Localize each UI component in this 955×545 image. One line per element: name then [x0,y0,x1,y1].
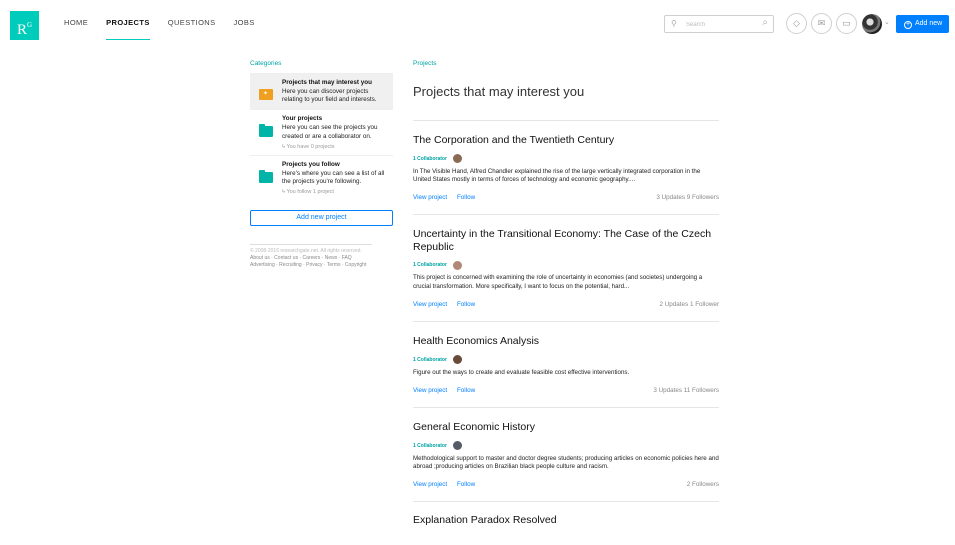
category-desc: Here's where you can see a list of all t… [282,169,385,186]
search-box: ⚲ ⌕ [664,15,774,33]
add-new-button[interactable]: + Add new [896,15,949,33]
add-new-label: Add new [915,20,943,27]
collaborator-avatar[interactable] [452,260,462,270]
project-card: General Economic History 1 Collaborator … [413,408,719,503]
user-filter-icon[interactable]: ⚲ [671,19,677,28]
categories-heading: Categories [250,60,282,67]
category-meta: ϟ You follow 1 project [282,189,389,195]
nav-home[interactable]: HOME [64,0,88,40]
plus-icon: + [904,21,912,29]
project-title[interactable]: Explanation Paradox Resolved [413,514,719,526]
category-desc: Here you can see the projects you create… [282,124,378,140]
folder-icon [259,124,273,138]
collaborator-count[interactable]: 1 Collaborator [413,262,447,268]
follow-link[interactable]: Follow [457,387,475,394]
category-following[interactable]: Projects you follow Here's where you can… [250,154,393,200]
project-actions: View project Follow 3 Updates 11 Followe… [413,387,719,395]
view-project-link[interactable]: View project [413,301,447,308]
footer-links: About us · Contact us · Careers · News ·… [250,255,393,268]
project-title[interactable]: General Economic History [413,421,719,434]
collaborator-count[interactable]: 1 Collaborator [413,443,447,449]
collaborator-row: 1 Collaborator [413,154,719,164]
project-description: Figure out the ways to create and evalua… [413,368,630,376]
view-project-link[interactable]: View project [413,481,447,488]
notifications-icon[interactable]: ◇ [786,13,807,34]
follow-link[interactable]: Follow [457,481,475,488]
project-title[interactable]: The Corporation and the Twentieth Centur… [413,134,719,147]
project-card: The Corporation and the Twentieth Centur… [413,121,719,216]
collaborator-row: 1 Collaborator [413,260,719,270]
category-meta: ϟ You have 0 projects [282,144,389,150]
project-description: In The Visible Hand, Alfred Chandler exp… [413,167,701,183]
discover-folder-icon [259,89,273,100]
search-icon[interactable]: ⌕ [762,17,768,28]
nav-questions[interactable]: QUESTIONS [168,0,216,40]
collaborator-avatar[interactable] [452,441,462,451]
logo-sup: G [26,21,33,29]
chevron-down-icon[interactable]: ⌄ [884,18,890,26]
project-stats: 3 Updates 11 Followers [653,387,719,395]
folder-icon [259,169,273,183]
project-actions: View project Follow 2 Followers [413,481,719,489]
sidebar: Categories Projects that may interest yo… [250,60,393,268]
main-nav: HOME PROJECTS QUESTIONS JOBS [64,0,273,48]
top-header: RG HOME PROJECTS QUESTIONS JOBS ⚲ ⌕ ◇ ✉ … [0,0,955,48]
collaborator-avatar[interactable] [452,355,462,365]
project-description: This project is concerned with examining… [413,274,703,290]
logo-letter: R [16,22,27,38]
view-project-link[interactable]: View project [413,387,447,394]
collaborator-count[interactable]: 1 Collaborator [413,156,447,162]
category-interest[interactable]: Projects that may interest you Here you … [250,73,393,110]
project-title[interactable]: Health Economics Analysis [413,335,719,348]
project-title[interactable]: Uncertainty in the Transitional Economy:… [413,228,719,253]
researchgate-logo[interactable]: RG [10,11,39,40]
category-your-projects[interactable]: Your projects Here you can see the proje… [250,109,393,154]
footer-divider [250,244,372,246]
project-card: Uncertainty in the Transitional Economy:… [413,215,719,323]
collaborator-row: 1 Collaborator [413,441,719,451]
collaborator-avatar[interactable] [452,154,462,163]
project-stats: 2 Followers [686,481,719,489]
breadcrumb[interactable]: Projects [413,60,719,67]
category-title: Projects you follow [282,160,340,168]
user-avatar[interactable] [862,14,882,34]
collaborator-row: 1 Collaborator [413,355,719,365]
category-title: Projects that may interest you [282,79,372,86]
view-project-link[interactable]: View project [413,194,447,201]
nav-jobs[interactable]: JOBS [234,0,255,40]
add-project-button[interactable]: Add new project [250,210,393,227]
project-stats: 2 Updates 1 Follower [659,301,719,309]
category-count: You follow 1 project [286,189,334,196]
follow-link[interactable]: Follow [457,301,475,308]
project-stats: 3 Updates 9 Followers [656,194,719,202]
page-title: Projects that may interest you [413,84,719,121]
main-content: Projects Projects that may interest you … [413,60,719,526]
messages-icon[interactable]: ✉ [811,13,832,34]
nav-projects[interactable]: PROJECTS [106,0,150,40]
category-desc: Here you can discover projects relating … [282,88,377,104]
project-actions: View project Follow 3 Updates 9 Follower… [413,194,719,202]
search-input[interactable] [686,18,754,31]
collaborator-count[interactable]: 1 Collaborator [413,357,447,363]
follow-link[interactable]: Follow [457,194,475,201]
footer-links-row[interactable]: Advertising · Recruiting · Privacy · Ter… [250,262,393,269]
category-title: Your projects [282,115,323,123]
project-actions: View project Follow 2 Updates 1 Follower [413,301,719,309]
project-card: Health Economics Analysis 1 Collaborator… [413,322,719,409]
footer-copyright: © 2008-2016 researchgate.net. All rights… [250,248,362,255]
requests-icon[interactable]: ▭ [836,13,857,34]
category-count: You have 0 projects [286,143,335,150]
project-description: Methodological support to master and doc… [413,454,719,470]
